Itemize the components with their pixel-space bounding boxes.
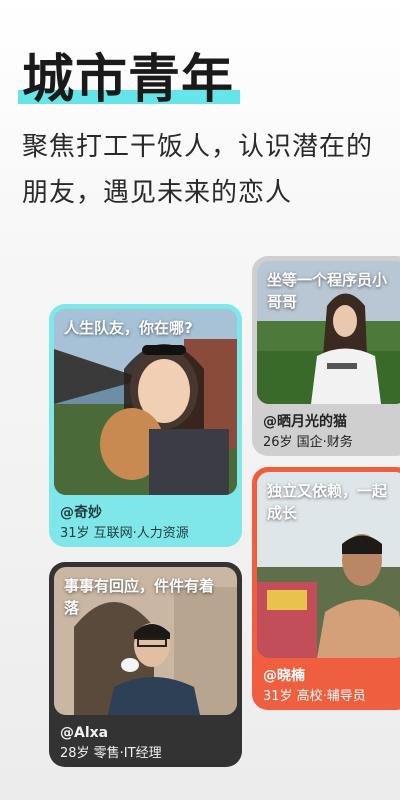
card-meta: @晓楠 31岁 高校·辅导员 xyxy=(257,658,400,707)
card-caption: 事事有回应，件件有着落 xyxy=(64,577,215,617)
card-meta: @奇妙 31岁 互联网·人力资源 xyxy=(54,495,237,544)
page-subtitle: 聚焦打工干饭人，认识潜在的 朋友，遇见未来的恋人 xyxy=(22,124,382,216)
hero-section: 城市青年 聚焦打工干饭人，认识潜在的 朋友，遇见未来的恋人 xyxy=(18,50,382,216)
profile-photo: 坐等一个程序员小哥哥 xyxy=(257,261,400,404)
profile-card-qimiao[interactable]: 人生队友，你在哪? @奇妙 31岁 互联网·人力资源 xyxy=(49,304,242,547)
card-meta: @晒月光的猫 26岁 国企·财务 xyxy=(257,404,400,453)
card-caption: 人生队友，你在哪? xyxy=(64,319,193,337)
user-handle[interactable]: @晓楠 xyxy=(263,666,400,686)
page-title: 城市青年 xyxy=(22,50,235,110)
card-meta: @Alxa 28岁 零售·IT经理 xyxy=(54,715,237,764)
profile-card-shai[interactable]: 坐等一个程序员小哥哥 @晒月光的猫 26岁 国企·财务 xyxy=(252,256,400,456)
user-info: 31岁 高校·辅导员 xyxy=(263,689,366,704)
user-handle[interactable]: @Alxa xyxy=(60,723,231,743)
profile-photo: 人生队友，你在哪? xyxy=(54,309,237,495)
card-caption: 坐等一个程序员小哥哥 xyxy=(267,271,388,311)
user-info: 31岁 互联网·人力资源 xyxy=(60,526,189,541)
card-caption: 独立又依赖，一起成长 xyxy=(267,482,388,522)
profile-card-xiaonan[interactable]: 独立又依赖，一起成长 @晓楠 31岁 高校·辅导员 xyxy=(252,467,400,710)
user-handle[interactable]: @奇妙 xyxy=(60,503,231,523)
profile-photo: 独立又依赖，一起成长 xyxy=(257,472,400,658)
profile-photo: 事事有回应，件件有着落 xyxy=(54,567,237,715)
user-info: 28岁 零售·IT经理 xyxy=(60,746,162,761)
user-handle[interactable]: @晒月光的猫 xyxy=(263,412,400,432)
user-info: 26岁 国企·财务 xyxy=(263,435,353,450)
title-wrap: 城市青年 xyxy=(18,50,241,110)
profile-card-alxa[interactable]: 事事有回应，件件有着落 @Alxa 28岁 零售·IT经理 xyxy=(49,562,242,767)
subtitle-line-2: 朋友，遇见未来的恋人 xyxy=(22,178,293,208)
subtitle-line-1: 聚焦打工干饭人，认识潜在的 xyxy=(22,132,374,162)
